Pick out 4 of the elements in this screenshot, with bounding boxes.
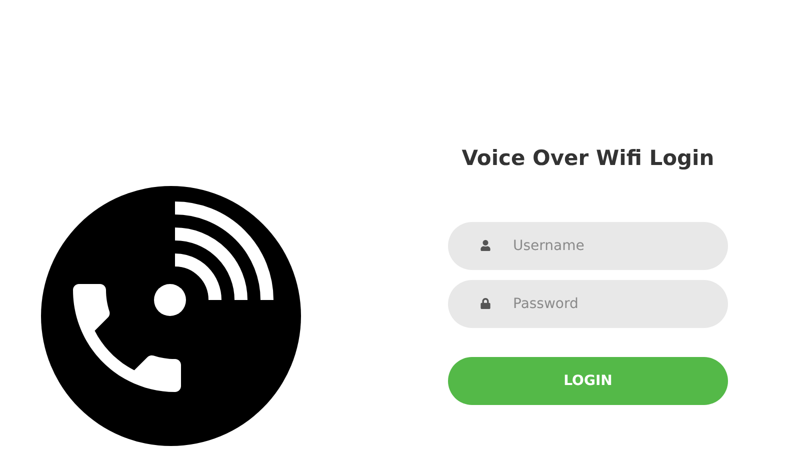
- login-button[interactable]: LOGIN: [448, 357, 728, 405]
- login-title: Voice Over Wifi Login: [460, 146, 716, 170]
- password-field[interactable]: Password: [448, 280, 728, 328]
- username-field[interactable]: Username: [448, 222, 728, 270]
